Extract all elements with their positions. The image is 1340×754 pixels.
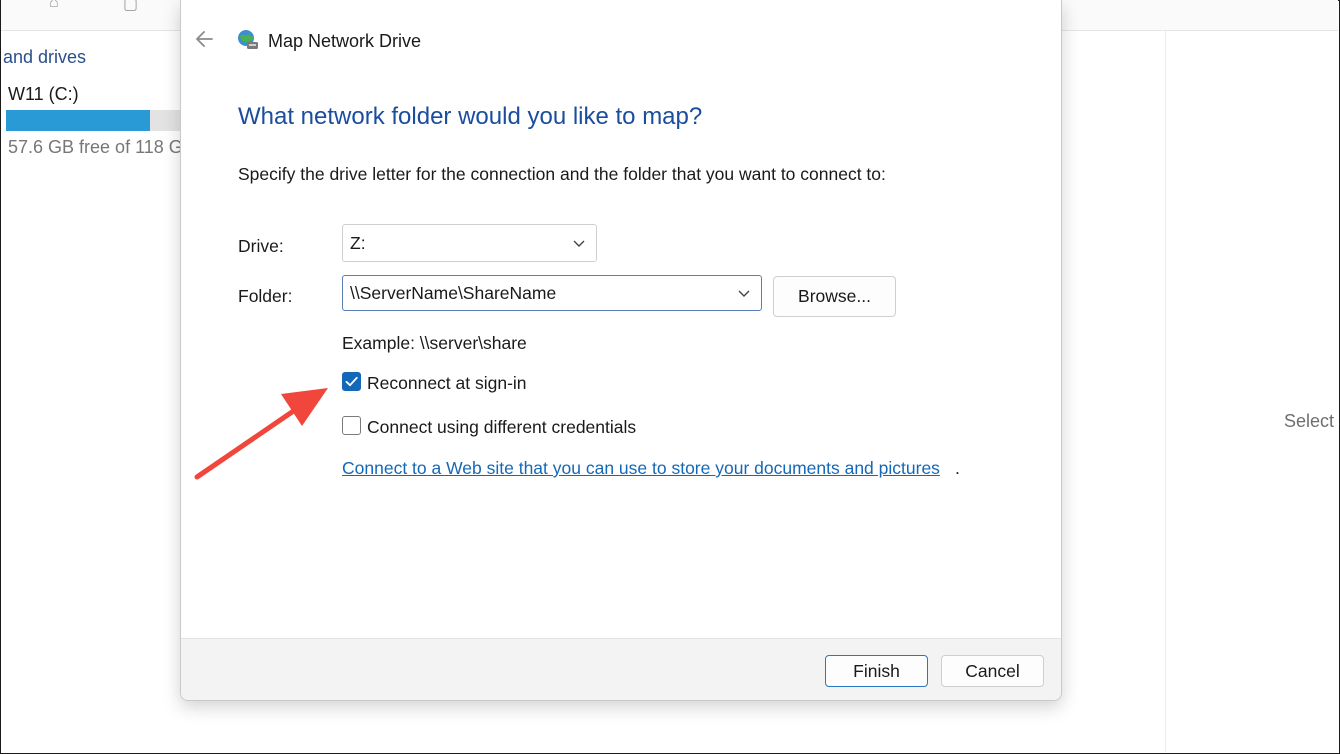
network-drive-icon (236, 28, 260, 52)
folder-path-value: \\ServerName\ShareName (350, 283, 557, 303)
different-credentials-label[interactable]: Connect using different credentials (367, 417, 636, 438)
link-period: . (955, 458, 960, 478)
folder-label: Folder: (238, 286, 293, 306)
drive-name[interactable]: W11 (C:) (8, 84, 79, 105)
drive-usage-bar (6, 110, 182, 131)
dialog-instruction: Specify the drive letter for the connect… (238, 164, 886, 184)
view-icon[interactable]: ▢ (123, 0, 138, 14)
checkmark-icon (345, 376, 358, 387)
map-network-drive-dialog: Map Network Drive What network folder wo… (180, 0, 1062, 701)
dialog-heading: What network folder would you like to ma… (238, 103, 703, 130)
details-pane-divider (1165, 31, 1166, 752)
dialog-title: Map Network Drive (268, 31, 422, 51)
drive-usage-fill (6, 110, 151, 131)
back-arrow-icon[interactable] (193, 28, 217, 52)
drive-letter-value: Z: (350, 233, 366, 253)
reconnect-checkbox[interactable] (342, 372, 361, 391)
folder-path-combobox[interactable]: \\ServerName\ShareName (342, 275, 762, 311)
details-pane-text: Select a (1284, 411, 1340, 431)
drive-label: Drive: (238, 236, 284, 256)
cancel-button[interactable]: Cancel (941, 655, 1044, 687)
finish-button[interactable]: Finish (825, 655, 928, 687)
chevron-down-icon (573, 240, 585, 247)
different-credentials-checkbox[interactable] (342, 416, 361, 435)
drive-free-space: 57.6 GB free of 118 GB (8, 137, 195, 157)
browse-button[interactable]: Browse... (773, 276, 896, 317)
network-icon[interactable]: ⌂ (49, 0, 59, 12)
drive-letter-dropdown[interactable]: Z: (342, 224, 597, 262)
chevron-down-icon[interactable] (737, 288, 751, 298)
devices-section-title: and drives (3, 47, 87, 67)
example-text: Example: \\server\share (342, 333, 527, 353)
dialog-footer: Finish Cancel (181, 638, 1061, 700)
web-site-storage-link[interactable]: Connect to a Web site that you can use t… (342, 458, 940, 479)
reconnect-label[interactable]: Reconnect at sign-in (367, 373, 527, 394)
